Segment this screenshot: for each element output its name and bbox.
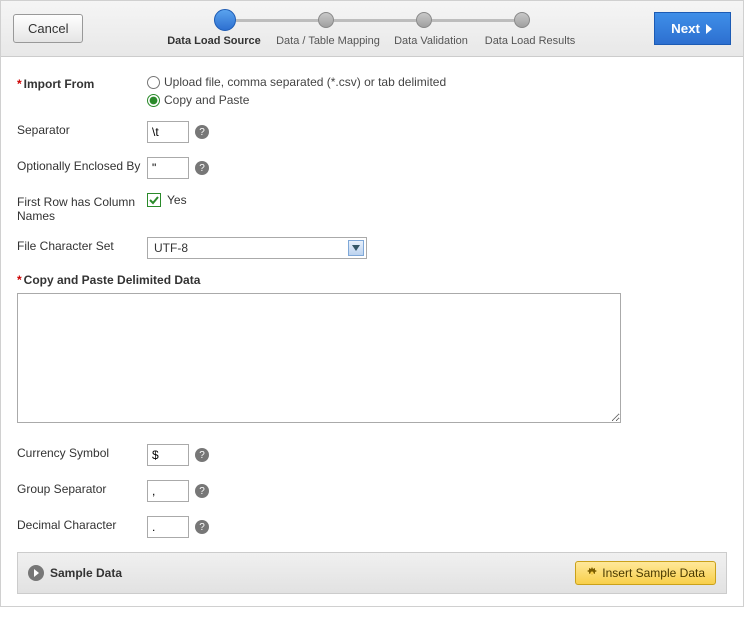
enclosed-label: Optionally Enclosed By	[17, 157, 147, 173]
help-icon[interactable]: ?	[195, 125, 209, 139]
radio-copypaste[interactable]	[147, 94, 160, 107]
charset-select[interactable]: UTF-8	[147, 237, 367, 259]
import-from-copypaste-option[interactable]: Copy and Paste	[147, 93, 446, 107]
help-icon[interactable]: ?	[195, 448, 209, 462]
separator-label: Separator	[17, 121, 147, 137]
insert-sample-data-button[interactable]: Insert Sample Data	[575, 561, 716, 585]
sample-data-title: Sample Data	[50, 566, 575, 580]
wizard-steps: Data Load Source Data / Table Mapping Da…	[159, 7, 585, 47]
radio-copypaste-label: Copy and Paste	[164, 93, 249, 107]
group-label: Group Separator	[17, 480, 147, 496]
check-icon	[149, 195, 159, 205]
step-4-label: Data Load Results	[475, 35, 585, 47]
step-2-indicator	[318, 12, 334, 28]
next-button-label: Next	[671, 21, 700, 36]
insert-sample-data-label: Insert Sample Data	[602, 566, 705, 580]
help-icon[interactable]: ?	[195, 520, 209, 534]
copypaste-section-label: *Copy and Paste Delimited Data	[17, 273, 727, 287]
radio-upload-label: Upload file, comma separated (*.csv) or …	[164, 75, 446, 89]
firstrow-yes-label: Yes	[167, 193, 187, 207]
enclosed-input[interactable]	[147, 157, 189, 179]
decimal-label: Decimal Character	[17, 516, 147, 532]
charset-label: File Character Set	[17, 237, 147, 253]
sample-data-section: Sample Data Insert Sample Data	[17, 552, 727, 594]
currency-input[interactable]	[147, 444, 189, 466]
step-connector	[236, 19, 318, 22]
import-from-upload-option[interactable]: Upload file, comma separated (*.csv) or …	[147, 75, 446, 89]
group-input[interactable]	[147, 480, 189, 502]
separator-input[interactable]	[147, 121, 189, 143]
wizard-header: Cancel Data Load Source Data / Table Map…	[1, 1, 743, 57]
chevron-right-icon	[704, 23, 714, 35]
charset-value: UTF-8	[154, 241, 188, 255]
currency-label: Currency Symbol	[17, 444, 147, 460]
next-button[interactable]: Next	[654, 12, 731, 45]
help-icon[interactable]: ?	[195, 161, 209, 175]
decimal-input[interactable]	[147, 516, 189, 538]
chevron-right-icon[interactable]	[28, 565, 44, 581]
step-1-label: Data Load Source	[159, 35, 269, 47]
step-1-indicator	[214, 9, 236, 31]
step-connector	[432, 19, 514, 22]
step-connector	[334, 19, 416, 22]
dropdown-arrow-icon	[348, 240, 364, 256]
cancel-button[interactable]: Cancel	[13, 14, 83, 43]
radio-upload[interactable]	[147, 76, 160, 89]
help-icon[interactable]: ?	[195, 484, 209, 498]
step-2-label: Data / Table Mapping	[269, 35, 387, 47]
firstrow-checkbox[interactable]	[147, 193, 161, 207]
copypaste-textarea[interactable]	[17, 293, 621, 423]
step-3-label: Data Validation	[387, 35, 475, 47]
import-from-label: *Import From	[17, 75, 147, 91]
gear-icon	[586, 567, 598, 579]
step-3-indicator	[416, 12, 432, 28]
firstrow-label: First Row has Column Names	[17, 193, 147, 223]
step-4-indicator	[514, 12, 530, 28]
